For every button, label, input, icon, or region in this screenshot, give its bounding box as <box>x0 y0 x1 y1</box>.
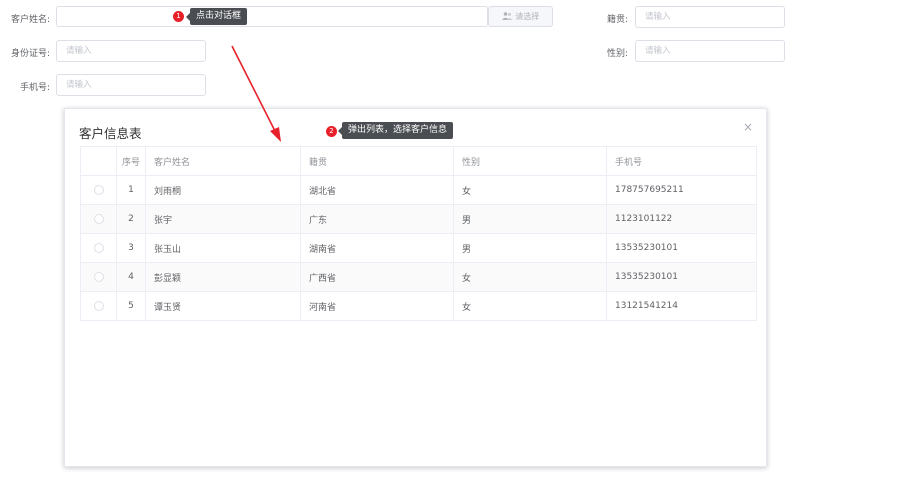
annotation-arrow <box>231 45 281 142</box>
